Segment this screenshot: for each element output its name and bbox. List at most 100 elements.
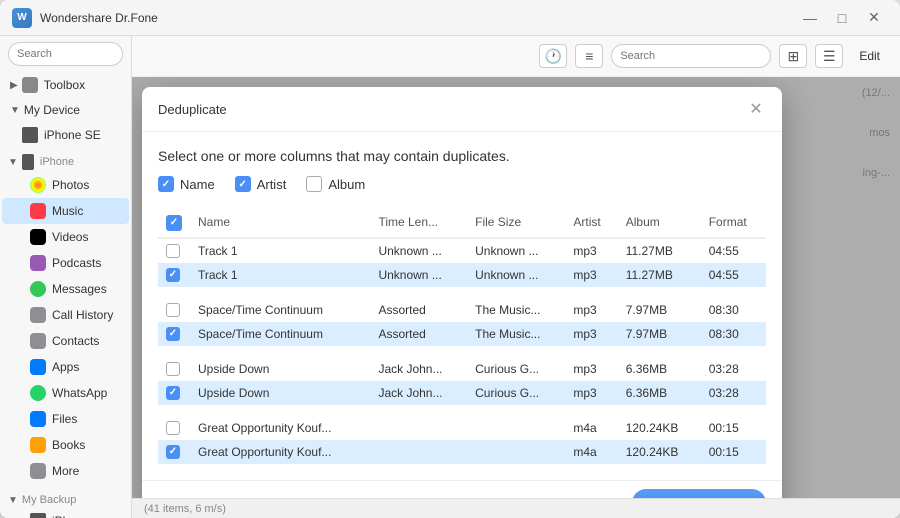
album-checkbox[interactable]	[306, 176, 322, 192]
sidebar-item-photos[interactable]: Photos	[2, 172, 129, 198]
filter-artist[interactable]: ✓ Artist	[235, 176, 287, 192]
row-name: Great Opportunity Kouf...	[190, 440, 370, 464]
row-checkbox[interactable]: ✓	[166, 386, 180, 400]
row-album: 120.24KB	[618, 413, 701, 440]
album-filter-label: Album	[328, 177, 365, 192]
name-checkbox[interactable]: ✓	[158, 176, 174, 192]
sidebar-item-mydevice[interactable]: ▼ My Device	[2, 98, 129, 122]
row-album: 120.24KB	[618, 440, 701, 464]
sidebar-search-input[interactable]	[8, 42, 123, 66]
row-filesize: Unknown ...	[467, 263, 565, 287]
iphone-section-header[interactable]: ▼ iPhone	[0, 148, 131, 172]
row-filesize	[467, 440, 565, 464]
whatsapp-icon	[30, 385, 46, 401]
right-panel: 🕐 ≡ ⊞ ☰ Edit (12/... mos ing-...	[132, 36, 900, 518]
list-button[interactable]: ≡	[575, 44, 603, 68]
apps-label: Apps	[52, 360, 79, 374]
row-name: Great Opportunity Kouf...	[190, 413, 370, 440]
filter-name[interactable]: ✓ Name	[158, 176, 215, 192]
grid-view-button[interactable]: ⊞	[779, 44, 807, 68]
row-timelen: Unknown ...	[370, 263, 467, 287]
more-icon	[30, 463, 46, 479]
sidebar-item-whatsapp[interactable]: WhatsApp	[2, 380, 129, 406]
col-timelen: Time Len...	[370, 208, 467, 238]
sidebar-item-music[interactable]: Music	[2, 198, 129, 224]
app-logo: W	[12, 8, 32, 28]
row-filesize: The Music...	[467, 322, 565, 346]
sidebar-item-videos[interactable]: Videos	[2, 224, 129, 250]
modal-overlay: Deduplicate ✕ Select one or more columns…	[132, 77, 900, 498]
maximize-button[interactable]: □	[828, 8, 856, 28]
iphone-section-icon	[22, 154, 34, 170]
row-name: Track 1	[190, 263, 370, 287]
sidebar-item-iphone-backup[interactable]: iPhone	[2, 508, 129, 518]
row-timelen: Jack John...	[370, 354, 467, 381]
select-all-checkbox[interactable]: ✓	[166, 215, 182, 231]
files-icon	[30, 411, 46, 427]
sidebar-item-more[interactable]: More	[2, 458, 129, 484]
modal-heading: Select one or more columns that may cont…	[158, 148, 766, 164]
column-filters: ✓ Name ✓ Artist	[158, 176, 766, 192]
row-checkbox[interactable]: ✓	[166, 327, 180, 341]
row-checkbox[interactable]	[166, 244, 180, 258]
deduplicate-modal: Deduplicate ✕ Select one or more columns…	[142, 87, 782, 498]
row-checkbox[interactable]: ✓	[166, 268, 180, 282]
row-album: 7.97MB	[618, 295, 701, 322]
messages-icon	[30, 281, 46, 297]
toolbox-label: Toolbox	[44, 78, 85, 92]
modal-title: Deduplicate	[158, 102, 227, 117]
sidebar-item-podcasts[interactable]: Podcasts	[2, 250, 129, 276]
row-checkbox[interactable]	[166, 421, 180, 435]
row-album: 11.27MB	[618, 238, 701, 263]
row-timelen: Unknown ...	[370, 238, 467, 263]
sidebar-item-books[interactable]: Books	[2, 432, 129, 458]
status-bar: (41 items, 6 m/s)	[132, 498, 900, 518]
row-timelen: Assorted	[370, 322, 467, 346]
artist-checkbox[interactable]: ✓	[235, 176, 251, 192]
close-button[interactable]: ✕	[860, 8, 888, 28]
col-artist: Artist	[565, 208, 617, 238]
iphone-section-label: iPhone	[40, 156, 74, 168]
files-label: Files	[52, 412, 77, 426]
sidebar-item-iphonese[interactable]: iPhone SE	[2, 122, 129, 148]
sidebar-item-contacts[interactable]: Contacts	[2, 328, 129, 354]
row-check-icon: ✓	[169, 446, 177, 457]
row-format: 00:15	[701, 440, 766, 464]
right-search-input[interactable]	[611, 44, 771, 68]
modal-close-button[interactable]: ✕	[746, 99, 766, 119]
name-check-icon: ✓	[162, 179, 170, 190]
row-album: 6.36MB	[618, 354, 701, 381]
my-backup-header[interactable]: ▼ My Backup	[0, 488, 131, 508]
podcasts-label: Podcasts	[52, 256, 101, 270]
row-name: Space/Time Continuum	[190, 295, 370, 322]
row-artist: m4a	[565, 413, 617, 440]
row-checkbox[interactable]	[166, 362, 180, 376]
more-label: More	[52, 464, 79, 478]
sidebar-item-messages[interactable]: Messages	[2, 276, 129, 302]
row-checkbox[interactable]	[166, 303, 180, 317]
books-label: Books	[52, 438, 85, 452]
music-icon	[30, 203, 46, 219]
sidebar-item-files[interactable]: Files	[2, 406, 129, 432]
sidebar-item-toolbox[interactable]: ▶ Toolbox	[2, 72, 129, 98]
whatsapp-label: WhatsApp	[52, 386, 107, 400]
duplicates-table: ✓ Name Time Len... File Size Artist Albu…	[158, 208, 766, 464]
edit-label[interactable]: Edit	[851, 45, 888, 67]
callhistory-icon	[30, 307, 46, 323]
clock-button[interactable]: 🕐	[539, 44, 567, 68]
row-checkbox[interactable]: ✓	[166, 445, 180, 459]
delete-duplicates-button[interactable]: Delete Duplicates	[632, 489, 766, 499]
row-format: 08:30	[701, 322, 766, 346]
backup-chevron: ▼	[8, 495, 18, 506]
sidebar-search-container	[0, 36, 131, 72]
row-timelen	[370, 413, 467, 440]
row-album: 11.27MB	[618, 263, 701, 287]
filter-album[interactable]: Album	[306, 176, 365, 192]
minimize-button[interactable]: —	[796, 8, 824, 28]
sidebar-item-apps[interactable]: Apps	[2, 354, 129, 380]
name-filter-label: Name	[180, 177, 215, 192]
list-view-button[interactable]: ☰	[815, 44, 843, 68]
sidebar-item-callhistory[interactable]: Call History	[2, 302, 129, 328]
videos-label: Videos	[52, 230, 88, 244]
row-format: 08:30	[701, 295, 766, 322]
